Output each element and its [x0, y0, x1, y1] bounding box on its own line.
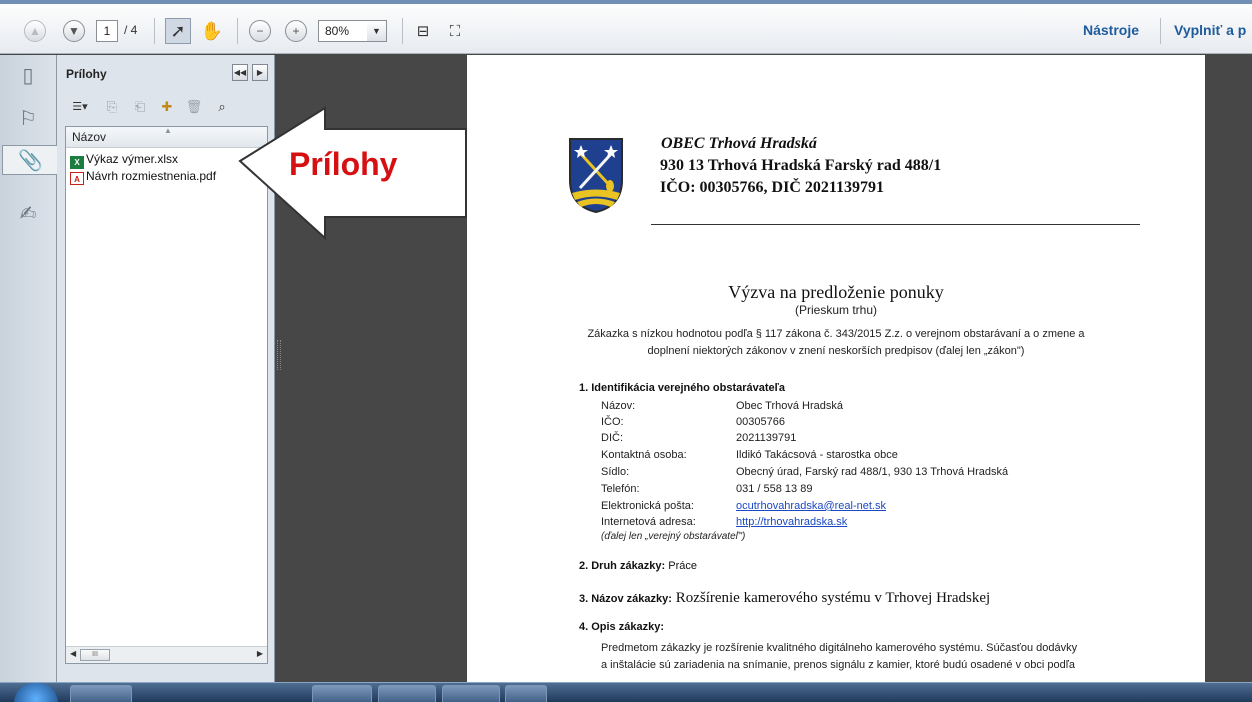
toolbar-divider [154, 18, 155, 44]
section-heading: 4. Opis zákazky: [579, 621, 664, 633]
field-label: Internetová adresa: [601, 516, 696, 528]
navigation-pane: ▯ ⚐ 📎 ✍ [0, 55, 58, 682]
sort-indicator-icon: ▲ [164, 126, 172, 135]
add-attachment-icon[interactable]: ✚ [157, 97, 177, 117]
field-value: 00305766 [736, 416, 785, 428]
fit-page-icon[interactable]: ⊟ [410, 18, 436, 44]
section-heading: 1. Identifikácia verejného obstarávateľa [579, 382, 785, 394]
taskbar-app-button[interactable] [378, 685, 436, 702]
toolbar-divider [402, 18, 403, 44]
zoom-out-button[interactable]: − [249, 20, 271, 42]
search-attachments-icon[interactable]: ⌕ [212, 97, 232, 117]
document-viewport-background [1205, 55, 1252, 682]
start-button-icon[interactable] [14, 683, 58, 702]
intro-text: Zákazka s nízkou hodnotou podľa § 117 zá… [587, 328, 1085, 340]
previous-page-button[interactable]: ▲ [24, 20, 46, 42]
attachments-paperclip-icon[interactable]: 📎 [2, 145, 58, 175]
taskbar-app-button[interactable] [312, 685, 372, 702]
section-heading: 2. Druh zákazky: Práce [579, 560, 697, 572]
column-header-label: Názov [72, 130, 107, 144]
field-label: Kontaktná osoba: [601, 449, 687, 461]
email-link[interactable]: ocutrhovahradska@real-net.sk [736, 500, 886, 512]
bookmarks-icon[interactable]: ⚐ [14, 103, 42, 133]
panel-options-icon[interactable]: ▶ [252, 64, 268, 81]
taskbar-app-button[interactable] [442, 685, 500, 702]
list-item[interactable]: X Výkaz výmer.xlsx [70, 151, 179, 169]
page-total-label: / 4 [124, 23, 138, 37]
callout-label: Prílohy [289, 146, 398, 182]
save-attachment-icon[interactable]: ⎗ [130, 97, 150, 117]
section-value: Práce [665, 560, 697, 572]
section-label: 3. Názov zákazky: [579, 593, 672, 605]
organization-ids: IČO: 00305766, DIČ 2021139791 [660, 179, 885, 196]
delete-attachment-icon[interactable]: 🗑 [184, 97, 204, 117]
description-text: a inštalácie sú zariadenia na snímanie, … [601, 659, 1076, 671]
scroll-right-icon[interactable]: ▶ [257, 649, 263, 658]
tools-link[interactable]: Nástroje [1083, 22, 1139, 38]
field-label: IČO: [601, 416, 624, 428]
toolbar-divider [237, 18, 238, 44]
collapse-panel-icon[interactable]: ◀◀ [232, 64, 248, 81]
taskbar-app-button[interactable] [70, 685, 132, 702]
select-tool-icon[interactable]: ➚ [165, 18, 191, 44]
toolbar: ▲ ▼ 1 / 4 ➚ ✋ − + 80% ▼ ⊟ ⛶ Nástroje Vyp… [0, 4, 1252, 54]
pdf-file-icon: A [70, 172, 84, 185]
panel-title: Prílohy [66, 67, 107, 81]
description-text: Predmetom zákazky je rozšírenie kvalitné… [601, 642, 1078, 654]
field-value: 2021139791 [736, 432, 797, 444]
options-menu-icon[interactable]: ☰▾ [66, 97, 94, 117]
file-name: Výkaz výmer.xlsx [86, 152, 179, 166]
website-link[interactable]: http://trhovahradska.sk [736, 516, 847, 528]
document-subtitle: (Prieskum trhu) [794, 303, 877, 317]
taskbar-app-button[interactable] [505, 685, 547, 702]
website-value: http://trhovahradska.sk [736, 516, 847, 528]
fill-and-sign-link[interactable]: Vyplniť a p [1174, 22, 1246, 38]
zoom-dropdown-chevron-icon[interactable]: ▼ [367, 20, 387, 42]
list-item[interactable]: A Návrh rozmiestnenia.pdf [70, 168, 217, 185]
panel-resize-handle[interactable] [277, 340, 281, 370]
toolbar-divider [1160, 18, 1161, 44]
section-label: 2. Druh zákazky: [579, 560, 666, 572]
email-value: ocutrhovahradska@real-net.sk [736, 500, 886, 512]
section-note: (ďalej len „verejný obstarávateľ") [601, 531, 746, 542]
field-label: Telefón: [601, 483, 640, 495]
document-title: Výzva na predloženie ponuky [728, 282, 944, 302]
scroll-left-icon[interactable]: ◀ [70, 649, 76, 658]
file-name: Návrh rozmiestnenia.pdf [86, 169, 217, 183]
organization-address: 930 13 Trhová Hradská Farský rad 488/1 [660, 157, 942, 174]
municipality-coat-of-arms [569, 138, 623, 214]
header-rule [651, 224, 1140, 225]
field-value: Ildikó Takácsová - starostka obce [736, 449, 898, 461]
section-heading: 3. Názov zákazky: Rozšírenie kamerového … [579, 590, 990, 607]
field-label: Sídlo: [601, 466, 630, 478]
signatures-icon[interactable]: ✍ [14, 198, 42, 228]
field-label: Názov: [601, 400, 636, 412]
field-label: Elektronická pošta: [601, 500, 694, 512]
organization-name: OBEC Trhová Hradská [661, 135, 817, 152]
os-taskbar [0, 682, 1252, 702]
page-thumbnails-icon[interactable]: ▯ [14, 60, 42, 90]
section-value: Rozšírenie kamerového systému v Trhovej … [671, 590, 991, 606]
open-attachment-icon[interactable]: ⎘ [102, 97, 122, 117]
zoom-level-input[interactable]: 80% [318, 20, 368, 42]
full-screen-icon[interactable]: ⛶ [442, 18, 468, 44]
horizontal-scrollbar[interactable]: ◀ III ▶ [66, 646, 267, 663]
field-value: Obec Trhová Hradská [736, 400, 843, 412]
scrollbar-thumb[interactable]: III [80, 649, 110, 661]
field-value: 031 / 558 13 89 [736, 483, 813, 495]
zoom-in-button[interactable]: + [285, 20, 307, 42]
hand-tool-icon[interactable]: ✋ [199, 18, 225, 44]
field-value: Obecný úrad, Farský rad 488/1, 930 13 Tr… [736, 466, 1009, 478]
intro-text: doplnení niektorých zákonov v znení nesk… [647, 345, 1025, 357]
document-page: OBEC Trhová Hradská 930 13 Trhová Hradsk… [467, 55, 1205, 682]
field-label: DIČ: [601, 432, 623, 444]
next-page-button[interactable]: ▼ [63, 20, 85, 42]
page-number-input[interactable]: 1 [96, 20, 118, 42]
